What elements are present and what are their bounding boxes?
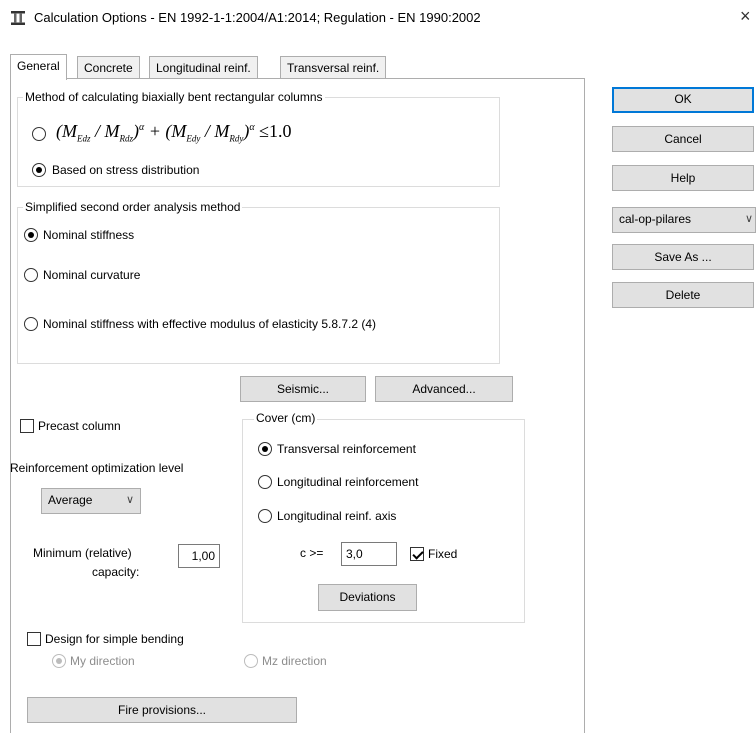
nominal-curvature-radio[interactable] — [24, 268, 38, 282]
deviations-button[interactable]: Deviations — [318, 584, 417, 611]
biaxial-formula: (MEdz / MRdz)α + (MEdy / MRdy)α ≤1.0 — [56, 121, 292, 144]
nominal-stiffness-effective-label: Nominal stiffness with effective modulus… — [43, 317, 377, 331]
simple-bending-checkbox[interactable] — [27, 632, 41, 646]
tab-concrete[interactable]: Concrete — [77, 56, 140, 79]
cover-longitudinal-radio[interactable] — [258, 475, 272, 489]
cover-longitudinal-axis-radio[interactable] — [258, 509, 272, 523]
mz-direction-label: Mz direction — [262, 654, 327, 668]
ok-button[interactable]: OK — [612, 87, 754, 113]
fire-provisions-button[interactable]: Fire provisions... — [27, 697, 297, 723]
cover-c-input[interactable]: 3,0 — [341, 542, 397, 566]
nominal-stiffness-radio[interactable] — [24, 228, 38, 242]
cancel-button[interactable]: Cancel — [612, 126, 754, 152]
tab-longitudinal-reinf[interactable]: Longitudinal reinf. — [149, 56, 258, 79]
my-direction-radio[interactable] — [52, 654, 66, 668]
help-button[interactable]: Help — [612, 165, 754, 191]
mz-direction-radio[interactable] — [244, 654, 258, 668]
cover-fixed-label: Fixed — [428, 547, 458, 561]
advanced-button[interactable]: Advanced... — [375, 376, 513, 402]
min-capacity-label-2: capacity: — [92, 565, 140, 579]
window-title: Calculation Options - EN 1992-1-1:2004/A… — [34, 10, 481, 25]
title-bar: Calculation Options - EN 1992-1-1:2004/A… — [0, 0, 756, 36]
save-as-button[interactable]: Save As ... — [612, 244, 754, 270]
precast-column-label: Precast column — [38, 419, 121, 433]
cover-transversal-radio[interactable] — [258, 442, 272, 456]
cover-transversal-label: Transversal reinforcement — [277, 442, 416, 456]
nominal-stiffness-effective-radio[interactable] — [24, 317, 38, 331]
nominal-stiffness-label: Nominal stiffness — [43, 228, 135, 242]
profile-select[interactable]: cal-op-pilares ∨ — [612, 207, 756, 233]
biaxial-stress-label: Based on stress distribution — [52, 163, 200, 177]
my-direction-label: My direction — [70, 654, 135, 668]
chevron-down-icon: ∨ — [744, 213, 753, 225]
optimization-level-label: Reinforcement optimization level — [10, 461, 184, 475]
optimization-level-value: Average — [48, 493, 93, 507]
seismic-button[interactable]: Seismic... — [240, 376, 366, 402]
profile-select-value: cal-op-pilares — [619, 212, 692, 226]
chevron-down-icon: ∨ — [125, 494, 134, 506]
biaxial-stress-radio[interactable] — [32, 163, 46, 177]
biaxial-formula-radio[interactable] — [32, 127, 46, 141]
tab-general[interactable]: General — [10, 54, 67, 80]
precast-column-checkbox[interactable] — [20, 419, 34, 433]
min-capacity-label-1: Minimum (relative) — [33, 546, 132, 560]
delete-button[interactable]: Delete — [612, 282, 754, 308]
cover-longitudinal-label: Longitudinal reinforcement — [277, 475, 419, 489]
min-capacity-input[interactable]: 1,00 — [178, 544, 220, 568]
biaxial-method-legend: Method of calculating biaxially bent rec… — [23, 90, 325, 104]
simple-bending-label: Design for simple bending — [45, 632, 184, 646]
cover-c-label: c >= — [300, 546, 324, 560]
tab-transversal-reinf[interactable]: Transversal reinf. — [280, 56, 387, 79]
optimization-level-select[interactable]: Average ∨ — [41, 488, 141, 514]
cover-fixed-checkbox[interactable] — [410, 547, 424, 561]
second-order-legend: Simplified second order analysis method — [23, 200, 243, 214]
cover-legend: Cover (cm) — [254, 411, 318, 425]
close-icon[interactable]: × — [740, 6, 751, 27]
column-app-icon — [11, 11, 25, 25]
nominal-curvature-label: Nominal curvature — [43, 268, 141, 282]
cover-longitudinal-axis-label: Longitudinal reinf. axis — [277, 509, 397, 523]
